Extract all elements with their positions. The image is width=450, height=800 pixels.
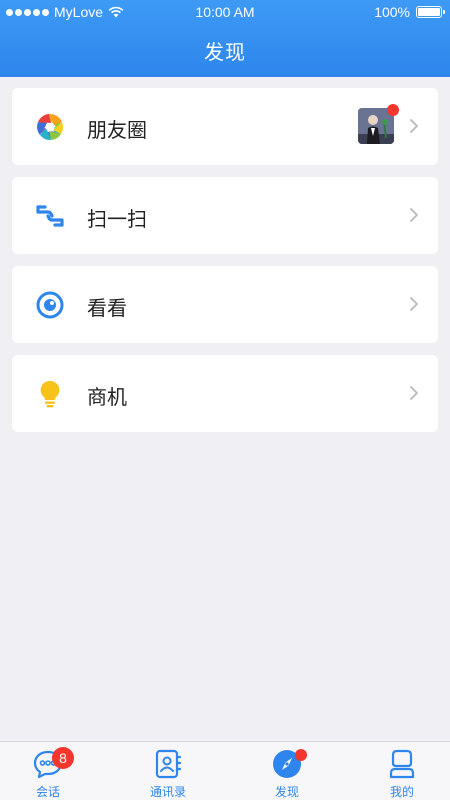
tab-profile[interactable]: 我的 bbox=[346, 742, 450, 800]
lightbulb-icon bbox=[40, 380, 60, 408]
status-right: 100% bbox=[374, 4, 445, 20]
menu-item-business[interactable]: 商机 bbox=[12, 355, 438, 432]
aperture-icon bbox=[37, 113, 64, 141]
tab-label: 发现 bbox=[274, 785, 299, 799]
menu-item-label: 商机 bbox=[87, 385, 127, 409]
chevron-right-icon bbox=[410, 119, 418, 133]
chevron-right-icon bbox=[410, 297, 418, 311]
contacts-icon bbox=[155, 749, 182, 779]
battery-percent: 100% bbox=[374, 4, 410, 20]
menu-item-label: 扫一扫 bbox=[87, 207, 147, 231]
chevron-right-icon bbox=[410, 386, 418, 400]
new-dot-badge bbox=[387, 104, 399, 116]
tab-bar: 8 会话 通讯录 发现 我的 bbox=[0, 741, 450, 800]
menu-item-label: 看看 bbox=[87, 296, 127, 320]
tab-label: 会话 bbox=[35, 785, 60, 799]
menu-item-look[interactable]: 看看 bbox=[12, 266, 438, 343]
chevron-right-icon bbox=[410, 208, 418, 222]
menu-item-moments[interactable]: 朋友圈 bbox=[12, 88, 438, 165]
tab-contacts[interactable]: 通讯录 bbox=[112, 742, 224, 800]
header: MyLove 10:00 AM 100% 发现 bbox=[0, 0, 450, 77]
profile-icon bbox=[389, 749, 415, 779]
status-bar: MyLove 10:00 AM 100% bbox=[0, 0, 450, 26]
new-dot-badge bbox=[295, 749, 307, 761]
tab-chat[interactable]: 8 会话 bbox=[0, 742, 104, 800]
tab-label: 通讯录 bbox=[149, 785, 186, 799]
tab-label: 我的 bbox=[389, 785, 414, 799]
page-title: 发现 bbox=[204, 40, 246, 64]
menu-item-label: 朋友圈 bbox=[87, 118, 147, 142]
scan-icon bbox=[36, 205, 64, 227]
tab-discover[interactable]: 发现 bbox=[231, 742, 343, 800]
menu-item-scan[interactable]: 扫一扫 bbox=[12, 177, 438, 254]
eye-icon bbox=[36, 291, 64, 319]
battery-icon bbox=[416, 6, 445, 18]
unread-count-badge: 8 bbox=[52, 747, 74, 769]
